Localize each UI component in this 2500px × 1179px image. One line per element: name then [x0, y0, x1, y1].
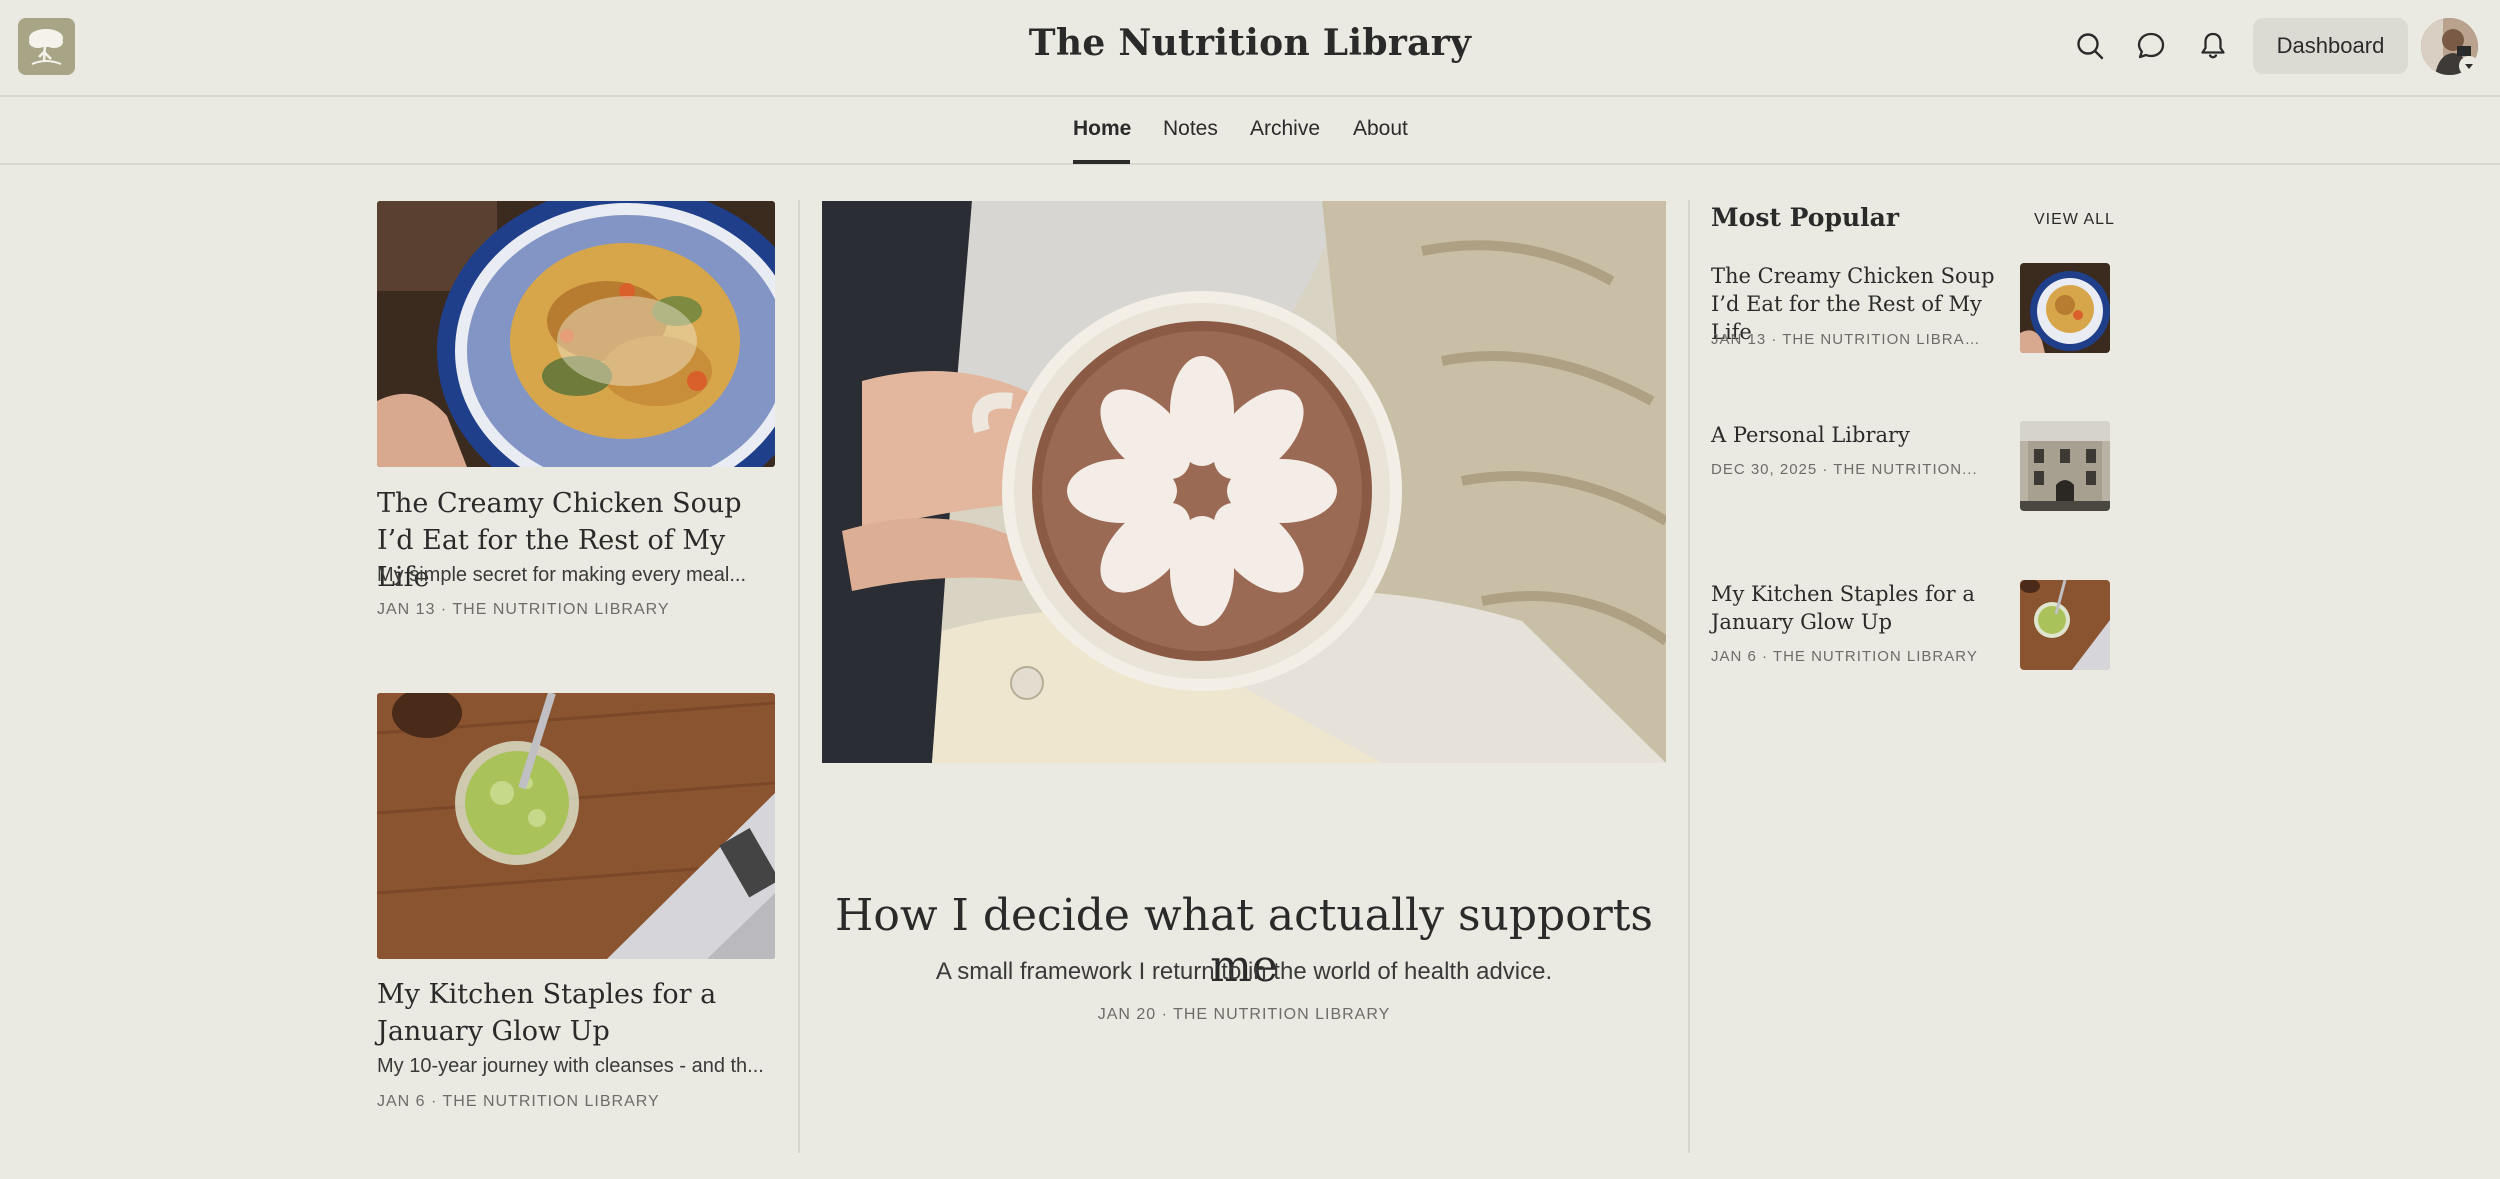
post-meta: JAN 6 · THE NUTRITION LIBRARY: [377, 1093, 660, 1110]
tab-about[interactable]: About: [1353, 117, 1408, 141]
post-title[interactable]: My Kitchen Staples for a January Glow Up: [377, 976, 777, 1050]
popular-post-thumbnail[interactable]: [2020, 580, 2110, 670]
post-subtitle: My simple secret for making every meal..…: [377, 564, 746, 586]
most-popular-heading: Most Popular: [1711, 203, 1900, 232]
post-image-chicken-soup[interactable]: [377, 201, 775, 467]
popular-post-meta: JAN 13 · THE NUTRITION LIBRARY: [1711, 331, 1981, 348]
tab-notes[interactable]: Notes: [1163, 117, 1218, 141]
view-all-link[interactable]: VIEW ALL: [2034, 211, 2115, 229]
featured-post-meta: JAN 20 · THE NUTRITION LIBRARY: [1097, 1006, 1391, 1023]
popular-post-thumbnail[interactable]: [2020, 263, 2110, 353]
post-image-kitchen-staples[interactable]: [377, 693, 775, 959]
bell-icon[interactable]: [2192, 25, 2234, 67]
popular-post-meta: JAN 6 · THE NUTRITION LIBRARY: [1711, 648, 1978, 665]
popular-post-title[interactable]: My Kitchen Staples for a January Glow Up: [1711, 580, 2011, 636]
popular-post-title[interactable]: A Personal Library: [1711, 421, 2011, 449]
active-tab-indicator: [1073, 160, 1130, 164]
tab-archive[interactable]: Archive: [1250, 117, 1320, 141]
column-divider: [798, 200, 800, 1153]
popular-post-meta: DEC 30, 2025 · THE NUTRITION...: [1711, 461, 1978, 478]
featured-post-image[interactable]: [822, 201, 1666, 763]
main-nav: Home Notes Archive About: [0, 97, 2500, 165]
site-title[interactable]: The Nutrition Library: [0, 22, 2500, 64]
top-bar: The Nutrition Library Dashboard: [0, 0, 2500, 97]
chat-bubble-icon[interactable]: [2130, 25, 2172, 67]
popular-post-thumbnail[interactable]: [2020, 421, 2110, 511]
column-divider: [1688, 200, 1690, 1153]
post-subtitle: My 10-year journey with cleanses - and t…: [377, 1055, 764, 1077]
tab-home[interactable]: Home: [1073, 117, 1131, 141]
post-meta: JAN 13 · THE NUTRITION LIBRARY: [377, 601, 670, 618]
featured-post-subtitle: A small framework I return to in the wor…: [935, 958, 1553, 985]
search-icon[interactable]: [2069, 25, 2111, 67]
dashboard-button[interactable]: Dashboard: [2253, 18, 2408, 74]
chevron-down-icon[interactable]: [2459, 56, 2479, 76]
